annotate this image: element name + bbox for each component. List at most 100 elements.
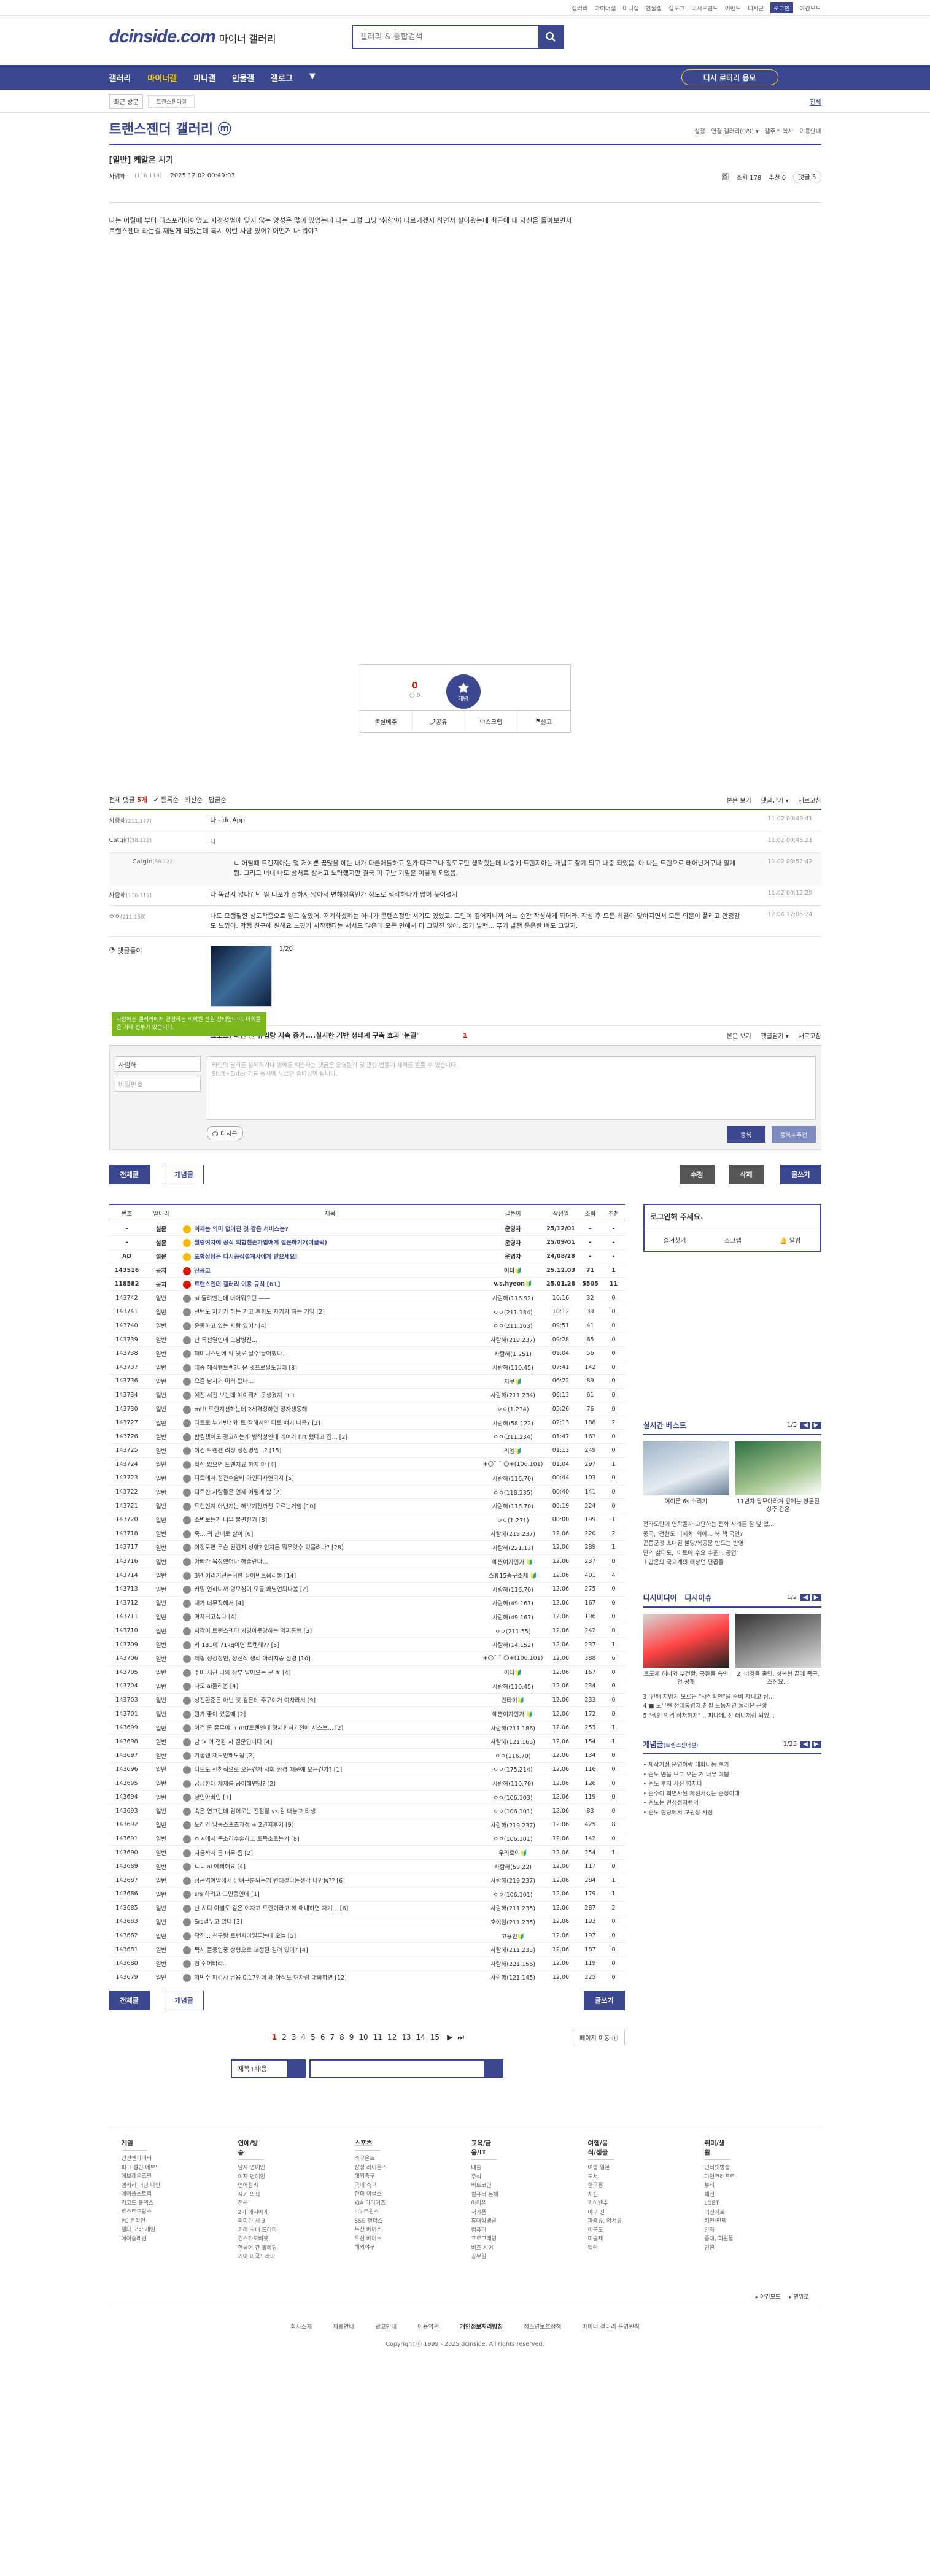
table-row[interactable]: AD 설문 포함상담은 디시공식설계사에게 받으세요! 운영자 24/08/28- - [109,1249,625,1264]
table-row[interactable]: 143706 일반 체형 성성장인, 정신적 생리 아리치중 점령 [10] +☺ˇ … [109,1651,625,1666]
table-row[interactable]: 143722 일반 디트한 사람들은 언제 어떻게 함 [2] ㅇㅇ(118.235)… [109,1485,625,1500]
post-writer[interactable]: 사람해(211.235) [482,1901,544,1916]
footer-link[interactable]: 대출 [471,2164,588,2173]
post-writer[interactable]: +☺ˇ ˇ ☺+(106.101) [482,1457,544,1472]
footer-link[interactable]: 여자 연예인 [238,2173,355,2182]
footer-link[interactable]: 엠커리 머닝 나인 [122,2181,238,2191]
post-writer[interactable]: ㅇㅇ(1.234) [482,1402,544,1416]
footer-link[interactable]: 로스트도랑스 [122,2208,238,2217]
side-list-item[interactable]: • 준노 밴을 보고 오는 거 너무 예쁨 [643,1770,821,1780]
post-title-cell[interactable]: 소변보는거 너무 불편한거 [8] [177,1513,482,1527]
side-list-item[interactable]: 중국, '전한도 비혜화' 외에... 북 핵 국민? [643,1530,821,1540]
post-title-cell[interactable]: 죽....귀 난대로 살아 [6] [177,1527,482,1541]
table-row[interactable]: 143710 일반 저각이 트랜스젠더 커밍아웃당하는 역쩌통험 [3] ㅇㅇ(211… [109,1624,625,1638]
bottom-link[interactable]: 광고안내 [375,2322,397,2331]
footer-link[interactable]: 한화 이글스 [355,2190,471,2199]
notification-button[interactable]: 🔔 알림 [780,1235,800,1244]
prev-icon[interactable]: ◀ [800,1594,810,1601]
post-title-cell[interactable]: ㅇㅅ에서 목소리수술하고 토목소로는거 [8] [177,1832,482,1846]
view-body[interactable]: 본문 보기 [727,795,751,804]
table-row[interactable]: - 설문 이제는 의미 없어진 것 같은 서비스는? 운영자 25/12/01- - [109,1222,625,1236]
table-row[interactable]: 143697 일반 겨울엔 체모안해도됨 [2] ㅇㅇ(116.70) 12.06 134… [109,1748,625,1763]
gallery-title[interactable]: 트랜스젠더 갤러리 ⓜ [109,118,231,138]
side-list-item[interactable]: 곤듭군정 초대된 불당/복공문 반도는 반영 [643,1539,821,1549]
top-link[interactable]: 이벤트 [725,4,741,12]
footer-link[interactable]: KIA 타이거즈 [355,2199,471,2208]
scroll-top-button[interactable]: ▸ 맨위로 [789,2293,808,2300]
table-row[interactable]: 143692 일반 노래와 남동스포츠과정 + 2년치후기 [9] 사람해(219.2… [109,1818,625,1832]
post-writer[interactable]: 운영자 [482,1235,544,1250]
side-list-item[interactable]: 단의 삶다도, '아트에 수요 수준... 공업' [643,1549,821,1559]
write-button-bottom[interactable]: 글쓰기 [584,1991,625,2011]
table-row[interactable]: 143725 일반 이건 트랜젠 려성 정신병임...? [15] 리엠🔰 01:13 2… [109,1443,625,1458]
bottom-link[interactable]: 회사소개 [290,2322,312,2331]
post-writer[interactable]: 사람해(121.145) [482,1970,544,1985]
footer-link[interactable]: PC 온라인 [122,2217,238,2226]
footer-link[interactable]: 인터넷방송 [705,2164,821,2173]
footer-link[interactable]: 여행 일본 [588,2164,705,2173]
footer-link[interactable]: 우선 베어스 [355,2235,471,2244]
post-writer[interactable]: 사람해(219.237) [482,1332,544,1347]
post-writer[interactable]: v.s.hyeon🔰 [482,1277,544,1292]
concept-posts-button[interactable]: 개념글 [164,1165,204,1184]
post-writer[interactable]: 사람해(116.70) [482,1471,544,1486]
register-button[interactable]: 등록 [727,1126,765,1143]
page-number[interactable]: 8 [339,2033,344,2042]
post-writer[interactable]: 스휴15층구조체 🔰 [482,1568,544,1583]
table-row[interactable]: 143713 일반 커밍 언하니까 덩모심이 모를 쾌님언되나봄 [2] 사람해(11… [109,1582,625,1597]
dccon-image[interactable] [210,946,272,1007]
post-title-cell[interactable]: 작직... 친구랑 트랜치아일두는데 오늘 [5] [177,1929,482,1943]
global-search-input[interactable] [352,26,538,48]
post-title-cell[interactable]: 주머 서관 나와 장부 날아오는 문 ㅎ [4] [177,1665,482,1680]
post-title-cell[interactable]: 저각이 트랜스젠더 커밍아웃당하는 역쩌통험 [3] [177,1624,482,1638]
table-row[interactable]: 143738 일반 패미니스턴에 악 뒷로 실수 들어했다... 사람해(1.251)… [109,1346,625,1361]
best-thumb[interactable]: 11년차 탈모아라져 앞에는 창문된 상주 감은 [735,1441,821,1514]
page-number[interactable]: 12 [387,2033,397,2042]
post-writer[interactable]: 사람해(49.167) [482,1610,544,1624]
post-writer[interactable]: 멘타이🔰 [482,1693,544,1708]
footer-link[interactable]: 인원 [705,2244,821,2253]
post-title-cell[interactable]: 이건 트랜젠 려성 정신병임...? [15] [177,1443,482,1458]
post-writer[interactable]: 사람해(49.167) [482,1596,544,1611]
footer-link[interactable]: 도서 [588,2173,705,2182]
footer-night-toggle[interactable]: ▸ 야간모드 [756,2293,781,2300]
post-writer[interactable]: ㅇㅇ(106.101) [482,1832,544,1846]
footer-link[interactable]: 중대, 회원통 [705,2235,821,2244]
table-row[interactable]: 143705 일반 주머 서관 나와 장부 날아오는 문 ㅎ [4] 이더🔰 12.06… [109,1665,625,1680]
post-writer[interactable]: 사람해(1.251) [482,1346,544,1361]
login-button[interactable]: 로그인 [770,2,793,13]
post-title-cell[interactable]: 첨 쉬어바라.. [177,1956,482,1971]
table-row[interactable]: 143737 일반 대중 헤직행트렌?다운 넷프로필도빌래 [8] 사람해(110.4… [109,1360,625,1375]
footer-link[interactable]: 기아 국내 드라마 [238,2226,355,2235]
side-list-item[interactable]: 4 ■ 노무현 전대통령처 친필 노동자연 둘러온 근황 [643,1702,821,1711]
side-list-item[interactable]: 5 "생인 인격 상처하지" .. 피나에, 전 래니처럼 되었... [643,1711,821,1721]
post-writer[interactable]: 사람해(14.152) [482,1637,544,1652]
footer-link[interactable]: 리코드 플렉스 [122,2199,238,2208]
nav-person-gallery[interactable]: 인물갤 [232,72,254,83]
footer-link[interactable]: 기아 미국드라마 [238,2253,355,2262]
table-row[interactable]: 143739 일반 난 특선열인데 그남병진... 사람해(219.237) 09:28… [109,1332,625,1347]
post-writer[interactable]: 사람해(221.156) [482,1956,544,1971]
register-recommend-button[interactable]: 등록+추천 [772,1126,816,1143]
table-row[interactable]: 143727 일반 다트로 누가반? 왜 트 잘해서만 디트 얘기 나옴? [2] 사… [109,1416,625,1430]
post-title-cell[interactable]: 남 > 여 전환 시 질문입니다 [4] [177,1734,482,1749]
footer-link[interactable]: SSG 랜더스 [355,2217,471,2226]
footer-link[interactable]: 주식 [471,2173,588,2182]
post-writer[interactable]: ㅇㅇ(116.70) [482,1748,544,1763]
footer-link[interactable]: 컴퓨터 [471,2226,588,2235]
post-writer[interactable]: 우리로이🔰 [482,1845,544,1860]
footer-link[interactable]: 전목 [238,2199,355,2208]
page-number[interactable]: 6 [320,2033,325,2042]
gallery-settings[interactable]: 설정 [694,126,705,135]
share-button[interactable]: ⤴ 공유 [413,711,465,732]
post-title-cell[interactable]: 패미니스턴에 악 뒷로 실수 들어했다... [177,1346,482,1361]
last-page-icon[interactable]: ⏭ [457,2033,464,2042]
report-button[interactable]: ⚑ 신고 [517,711,570,732]
side-list-item[interactable]: 전라도만에 연락올까 고만하는 전화 사례를 잘 넢 었... [643,1520,821,1530]
all-posts-button[interactable]: 전체글 [109,1165,150,1184]
footer-link[interactable]: 엘란 [588,2244,705,2253]
post-title-cell[interactable]: 디트도 선천적으로 오는건가 사회 환경 때문에 오는건가? [1] [177,1762,482,1777]
side-list-item[interactable]: • 준노 현탕에서 교원장 사진 [643,1808,821,1818]
post-writer[interactable]: 사람해(211.235) [482,1942,544,1957]
post-title-cell[interactable]: 뭔가 좋이 있음때 [2] [177,1706,482,1721]
